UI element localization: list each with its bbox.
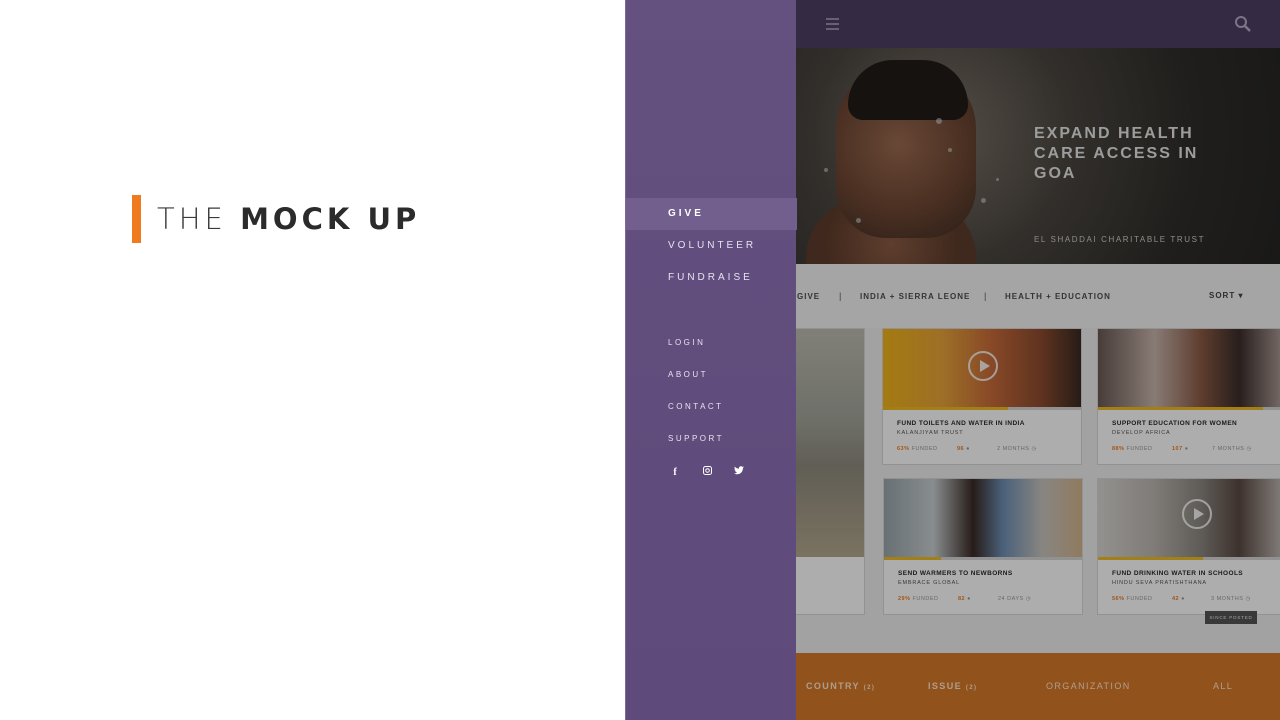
nav-item-fundraise[interactable]: FUNDRAISE bbox=[626, 262, 797, 294]
footer-issue[interactable]: ISSUE (2) bbox=[928, 681, 977, 691]
progress-bar bbox=[884, 557, 1082, 560]
progress-fill bbox=[1098, 557, 1204, 560]
progress-fill bbox=[1098, 407, 1264, 410]
instagram-icon[interactable] bbox=[700, 466, 714, 480]
hero-title: EXPAND HEALTH CARE ACCESS IN GOA bbox=[1034, 125, 1199, 182]
project-card[interactable]: FUND TOILETS AND WATER IN INDIA KALANJIY… bbox=[882, 328, 1082, 465]
card-time: 24 DAYS ◷ bbox=[998, 596, 1032, 602]
project-card-image bbox=[1098, 479, 1280, 557]
project-card[interactable]: FUND DRINKING WATER IN SCHOOLS HINDU SEV… bbox=[1097, 478, 1280, 615]
filter-issues[interactable]: HEALTH + EDUCATION bbox=[1005, 292, 1111, 301]
card-org: DEVELOP AFRICA bbox=[1112, 430, 1171, 436]
nav-item-volunteer[interactable]: VOLUNTEER bbox=[626, 230, 797, 262]
card-org: EMBRACE GLOBAL bbox=[898, 580, 960, 586]
project-card-partial[interactable] bbox=[796, 328, 865, 615]
slide-title-light: THE bbox=[157, 202, 227, 236]
footer-country[interactable]: COUNTRY (2) bbox=[806, 681, 875, 691]
project-card[interactable]: SEND WARMERS TO NEWBORNS EMBRACE GLOBAL … bbox=[883, 478, 1083, 615]
nav-item-login[interactable]: LOGIN bbox=[626, 327, 797, 359]
footer-filter-bar: COUNTRY (2) ISSUE (2) ORGANIZATION ALL bbox=[796, 653, 1280, 720]
card-org: KALANJIYAM TRUST bbox=[897, 430, 964, 436]
card-org: HINDU SEVA PRATISHTHANA bbox=[1112, 580, 1207, 586]
card-funded: 56% FUNDED bbox=[1112, 596, 1153, 602]
website: EXPAND HEALTH CARE ACCESS IN GOA EL SHAD… bbox=[796, 0, 1280, 720]
project-card[interactable]: SUPPORT EDUCATION FOR WOMEN DEVELOP AFRI… bbox=[1097, 328, 1280, 465]
card-funded: 29% FUNDED bbox=[898, 596, 939, 602]
filter-countries[interactable]: INDIA + SIERRA LEONE bbox=[860, 292, 970, 301]
donors-icon: ● bbox=[967, 596, 971, 602]
project-card-image bbox=[796, 329, 864, 557]
title-accent-bar bbox=[132, 195, 141, 243]
card-title: SEND WARMERS TO NEWBORNS bbox=[898, 570, 1013, 577]
project-card-image bbox=[884, 479, 1082, 557]
nav-item-contact[interactable]: CONTACT bbox=[626, 391, 797, 423]
project-card-image bbox=[883, 329, 1081, 407]
play-icon[interactable] bbox=[1182, 499, 1212, 529]
progress-bar bbox=[1098, 557, 1280, 560]
footer-all[interactable]: ALL bbox=[1213, 681, 1233, 691]
clock-icon: ◷ bbox=[1246, 446, 1252, 452]
twitter-icon[interactable] bbox=[732, 466, 746, 480]
card-funded: 88% FUNDED bbox=[1112, 446, 1153, 452]
card-time: 3 MONTHS ◷ bbox=[1211, 596, 1251, 602]
card-donors: 82 ● bbox=[958, 596, 971, 602]
progress-fill bbox=[884, 557, 942, 560]
filter-separator: | bbox=[984, 291, 987, 301]
slide-title-bold: MOCK UP bbox=[240, 202, 421, 236]
hamburger-icon[interactable] bbox=[826, 18, 839, 30]
progress-bar bbox=[883, 407, 1081, 410]
filter-give[interactable]: GIVE bbox=[797, 292, 820, 301]
sort-label: SORT bbox=[1209, 291, 1236, 300]
slide-title: THE MOCK UP bbox=[157, 202, 420, 236]
filter-separator: | bbox=[839, 291, 842, 301]
card-title: SUPPORT EDUCATION FOR WOMEN bbox=[1112, 420, 1238, 427]
clock-icon: ◷ bbox=[1025, 596, 1032, 602]
hero-child-hair bbox=[848, 60, 968, 120]
mockup-screen: EXPAND HEALTH CARE ACCESS IN GOA EL SHAD… bbox=[625, 0, 1280, 720]
top-bar bbox=[796, 0, 1280, 48]
card-funded: 63% FUNDED bbox=[897, 446, 938, 452]
card-donors: 42 ● bbox=[1172, 596, 1185, 602]
social-links: f bbox=[668, 466, 746, 480]
hero-org: EL SHADDAI CHARITABLE TRUST bbox=[1034, 235, 1206, 244]
chevron-down-icon: ▾ bbox=[1238, 291, 1244, 300]
card-donors: 96 ● bbox=[957, 446, 970, 452]
clock-icon: ◷ bbox=[1031, 446, 1037, 452]
clock-icon: ◷ bbox=[1245, 596, 1251, 602]
tooltip: SINCE POSTED bbox=[1205, 611, 1257, 624]
donors-icon: ● bbox=[966, 446, 970, 452]
filter-bar: GIVE | INDIA + SIERRA LEONE | HEALTH + E… bbox=[796, 264, 1280, 328]
secondary-nav: LOGIN ABOUT CONTACT SUPPORT bbox=[626, 327, 797, 455]
project-card-image bbox=[1098, 329, 1280, 407]
side-menu: GIVE VOLUNTEER FUNDRAISE LOGIN ABOUT CON… bbox=[625, 0, 797, 720]
card-title: FUND TOILETS AND WATER IN INDIA bbox=[897, 420, 1025, 427]
slide: THE MOCK UP EXPAND HEALTH CARE ACCESS IN… bbox=[0, 0, 1280, 720]
footer-organization[interactable]: ORGANIZATION bbox=[1046, 681, 1131, 691]
hero-banner[interactable]: EXPAND HEALTH CARE ACCESS IN GOA EL SHAD… bbox=[796, 48, 1280, 288]
card-time: 2 MONTHS ◷ bbox=[997, 446, 1037, 452]
sort-dropdown[interactable]: SORT ▾ bbox=[1209, 291, 1243, 300]
card-title: FUND DRINKING WATER IN SCHOOLS bbox=[1112, 570, 1244, 577]
facebook-icon[interactable]: f bbox=[668, 466, 682, 480]
card-time: 7 MONTHS ◷ bbox=[1212, 446, 1252, 452]
progress-bar bbox=[1098, 407, 1280, 410]
donors-icon: ● bbox=[1181, 596, 1185, 602]
nav-item-give[interactable]: GIVE bbox=[626, 198, 797, 230]
donors-icon: ● bbox=[1184, 446, 1189, 452]
primary-nav: GIVE VOLUNTEER FUNDRAISE bbox=[626, 198, 797, 294]
slide-title-block: THE MOCK UP bbox=[132, 195, 420, 243]
nav-item-about[interactable]: ABOUT bbox=[626, 359, 797, 391]
search-icon[interactable] bbox=[1234, 15, 1252, 33]
nav-item-support[interactable]: SUPPORT bbox=[626, 423, 797, 455]
card-donors: 107 ● bbox=[1172, 446, 1189, 452]
play-icon[interactable] bbox=[968, 351, 998, 381]
progress-fill bbox=[883, 407, 1008, 410]
